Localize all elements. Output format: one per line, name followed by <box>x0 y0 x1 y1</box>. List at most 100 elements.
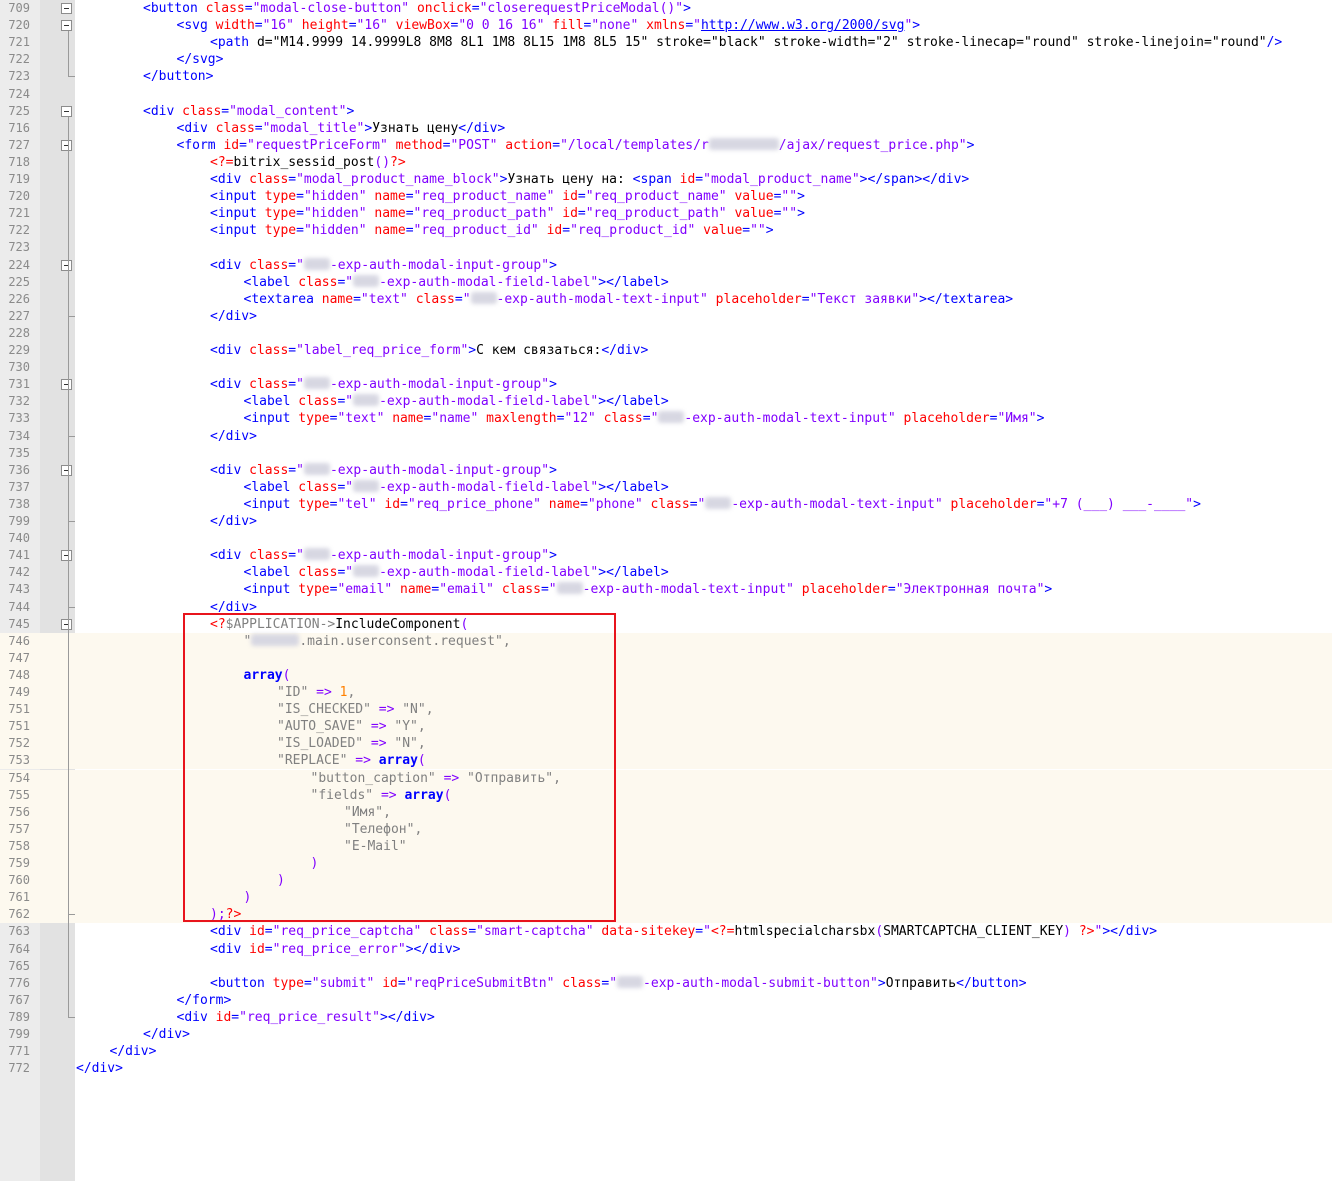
code-line[interactable]: 225 <label class=" -exp-auth-modal-field-l… <box>0 274 1332 291</box>
code-line[interactable]: 228 <box>0 325 1332 342</box>
code-line[interactable]: 725 <div class="modal_content"> <box>0 103 1332 120</box>
code-line[interactable]: 751 "AUTO_SAVE" => "Y", <box>0 718 1332 736</box>
code-line[interactable]: 738 <input type="tel" id="req_price_phone… <box>0 496 1332 513</box>
line-number: 732 <box>8 394 30 409</box>
fold-toggle-icon[interactable] <box>61 3 72 14</box>
code-line[interactable]: 733 <input type="text" name="name" maxlen… <box>0 410 1332 427</box>
code-line[interactable]: 732 <label class=" -exp-auth-modal-field-l… <box>0 393 1332 410</box>
code-line[interactable]: 744 </div> <box>0 599 1332 616</box>
code-line[interactable]: 755 "fields" => array( <box>0 786 1332 804</box>
code-line[interactable]: 735 <box>0 445 1332 462</box>
code-line[interactable]: 227 </div> <box>0 308 1332 325</box>
code-line[interactable]: 731 <div class=" -exp-auth-modal-input-gro… <box>0 376 1332 393</box>
fold-toggle-icon[interactable] <box>61 259 72 271</box>
code-line[interactable]: 730 <box>0 359 1332 376</box>
code-line[interactable]: 765 <box>0 958 1332 975</box>
code-line[interactable]: 737 <label class=" -exp-auth-modal-field-l… <box>0 479 1332 496</box>
code-line[interactable]: 721 <path d="M14.9999 14.9999L8 8M8 8L1 1… <box>0 34 1332 51</box>
fold-toggle-icon[interactable] <box>61 618 72 630</box>
code-line[interactable]: 718 <?=bitrix_sessid_post()?> <box>0 154 1332 171</box>
code-line[interactable]: 719 <div class="modal_product_name_block"… <box>0 171 1332 188</box>
code-token: = <box>562 223 571 239</box>
fold-toggle-icon[interactable] <box>61 464 72 476</box>
code-line[interactable]: 756 "Имя", <box>0 803 1332 821</box>
fold-toggle-icon[interactable] <box>61 105 72 117</box>
code-line[interactable]: 721 <input type="hidden" name="req_produc… <box>0 205 1332 222</box>
code-token: ( <box>875 924 884 940</box>
code-line[interactable]: 748 array( <box>0 666 1332 684</box>
line-number: 724 <box>8 86 30 101</box>
code-line[interactable]: 736 <div class=" -exp-auth-modal-input-gro… <box>0 462 1332 479</box>
code-token: </div> <box>458 120 506 136</box>
code-line[interactable]: 746 " .main.userconsent.request", <box>0 632 1332 650</box>
code-line[interactable]: 229 <div class="label_req_price_form">С к… <box>0 342 1332 359</box>
code-line[interactable]: 727 <form id="requestPriceForm" method="P… <box>0 137 1332 154</box>
code-line[interactable]: 758 "E-Mail" <box>0 837 1332 855</box>
code-token: = <box>577 189 586 205</box>
code-line[interactable]: 752 "IS_LOADED" => "N", <box>0 735 1332 753</box>
fold-toggle-icon[interactable] <box>61 379 72 391</box>
code-line[interactable]: 224 <div class=" -exp-auth-modal-input-gro… <box>0 257 1332 274</box>
code-line[interactable]: 749 "ID" => 1, <box>0 684 1332 701</box>
code-token: id <box>223 137 240 153</box>
code-token: "req_price_result" <box>239 1009 381 1025</box>
code-token: "Телефон", <box>344 821 423 837</box>
code-line[interactable]: 734 </div> <box>0 428 1332 445</box>
code-line[interactable]: 740 <box>0 530 1332 547</box>
code-line[interactable]: 716 <div class="modal_title">Узнать цену<… <box>0 120 1332 137</box>
code-line[interactable]: 722 </svg> <box>0 51 1332 68</box>
code-line[interactable]: 763 <div id="req_price_captcha" class="sm… <box>0 923 1332 940</box>
code-line[interactable]: 751 "IS_CHECKED" => "N", <box>0 701 1332 719</box>
code-line[interactable]: 753 "REPLACE" => array( <box>0 752 1332 770</box>
code-line[interactable]: 723 <box>0 239 1332 256</box>
code-line[interactable]: 772 </div> <box>0 1060 1332 1077</box>
code-line[interactable]: 767 </form> <box>0 992 1332 1009</box>
code-line[interactable]: 789 <div id="req_price_result"></div> <box>0 1009 1332 1026</box>
code-line[interactable]: 764 <div id="req_price_error"></div> <box>0 941 1332 958</box>
code-line[interactable]: 226 <textarea name="text" class=" -exp-aut… <box>0 291 1332 308</box>
code-token: ></label> <box>598 479 669 495</box>
code-line[interactable]: 724 <box>0 86 1332 103</box>
line-number: 799 <box>8 1027 30 1041</box>
fold-toggle-icon[interactable] <box>61 20 72 32</box>
code-line[interactable]: 741 <div class=" -exp-auth-modal-input-gro… <box>0 547 1332 564</box>
code-text: </div> <box>76 1060 123 1077</box>
code-line[interactable]: 771 </div> <box>0 1043 1332 1060</box>
code-token: id <box>249 941 265 957</box>
code-token: = <box>580 496 588 512</box>
code-line[interactable]: 723 </button> <box>0 68 1332 85</box>
code-token: > <box>549 377 557 393</box>
code-line[interactable]: 720 <input type="hidden" name="req_produc… <box>0 188 1332 205</box>
code-line[interactable]: 743 <input type = "email" name = "email" clas… <box>0 581 1332 598</box>
code-line[interactable]: 742 <label class=" -exp-auth-modal-field-l… <box>0 564 1332 581</box>
code-line[interactable]: 720 <svg width="16" height="16" viewBox="… <box>0 17 1332 34</box>
code-token: class <box>249 343 289 358</box>
code-editor[interactable]: 709 <button class="modal-close-button" on… <box>0 0 1332 1181</box>
code-token: "req_price_captcha" <box>272 924 422 940</box>
code-token: ) <box>277 873 285 889</box>
code-line[interactable]: 761) <box>0 889 1332 907</box>
code-line[interactable]: 759) <box>0 855 1332 872</box>
code-line[interactable]: 757 "Телефон", <box>0 820 1332 838</box>
code-token: = <box>642 411 651 427</box>
code-line[interactable]: 747 <box>0 649 1332 667</box>
line-number: 718 <box>8 154 30 169</box>
code-line[interactable]: 799 </div> <box>0 1026 1332 1043</box>
fold-toggle-icon[interactable] <box>61 139 72 151</box>
code-token: "button_caption" <box>310 770 444 786</box>
code-line[interactable]: 762);?> <box>0 906 1332 924</box>
code-line[interactable]: 745 <?$APPLICATION->IncludeComponent( <box>0 616 1332 633</box>
code-line[interactable]: 709 <button class="modal-close-button" on… <box>0 0 1332 17</box>
code-text: <?$APPLICATION->IncludeComponent( <box>210 616 468 633</box>
code-line[interactable]: 776 <button type="submit" id="reqPriceSub… <box>0 975 1332 992</box>
code-text: );?> <box>210 906 241 923</box>
code-text: ) <box>311 855 319 872</box>
code-line[interactable]: 760) <box>0 872 1332 890</box>
code-line[interactable]: 799 </div> <box>0 513 1332 530</box>
code-token: "tel" <box>337 496 377 512</box>
code-line[interactable]: 754 "button_caption" => "Отправить", <box>0 769 1332 787</box>
redacted-text <box>353 479 380 492</box>
code-line[interactable]: 722 <input type="hidden" name="req_produc… <box>0 222 1332 239</box>
fold-toggle-icon[interactable] <box>61 550 72 562</box>
